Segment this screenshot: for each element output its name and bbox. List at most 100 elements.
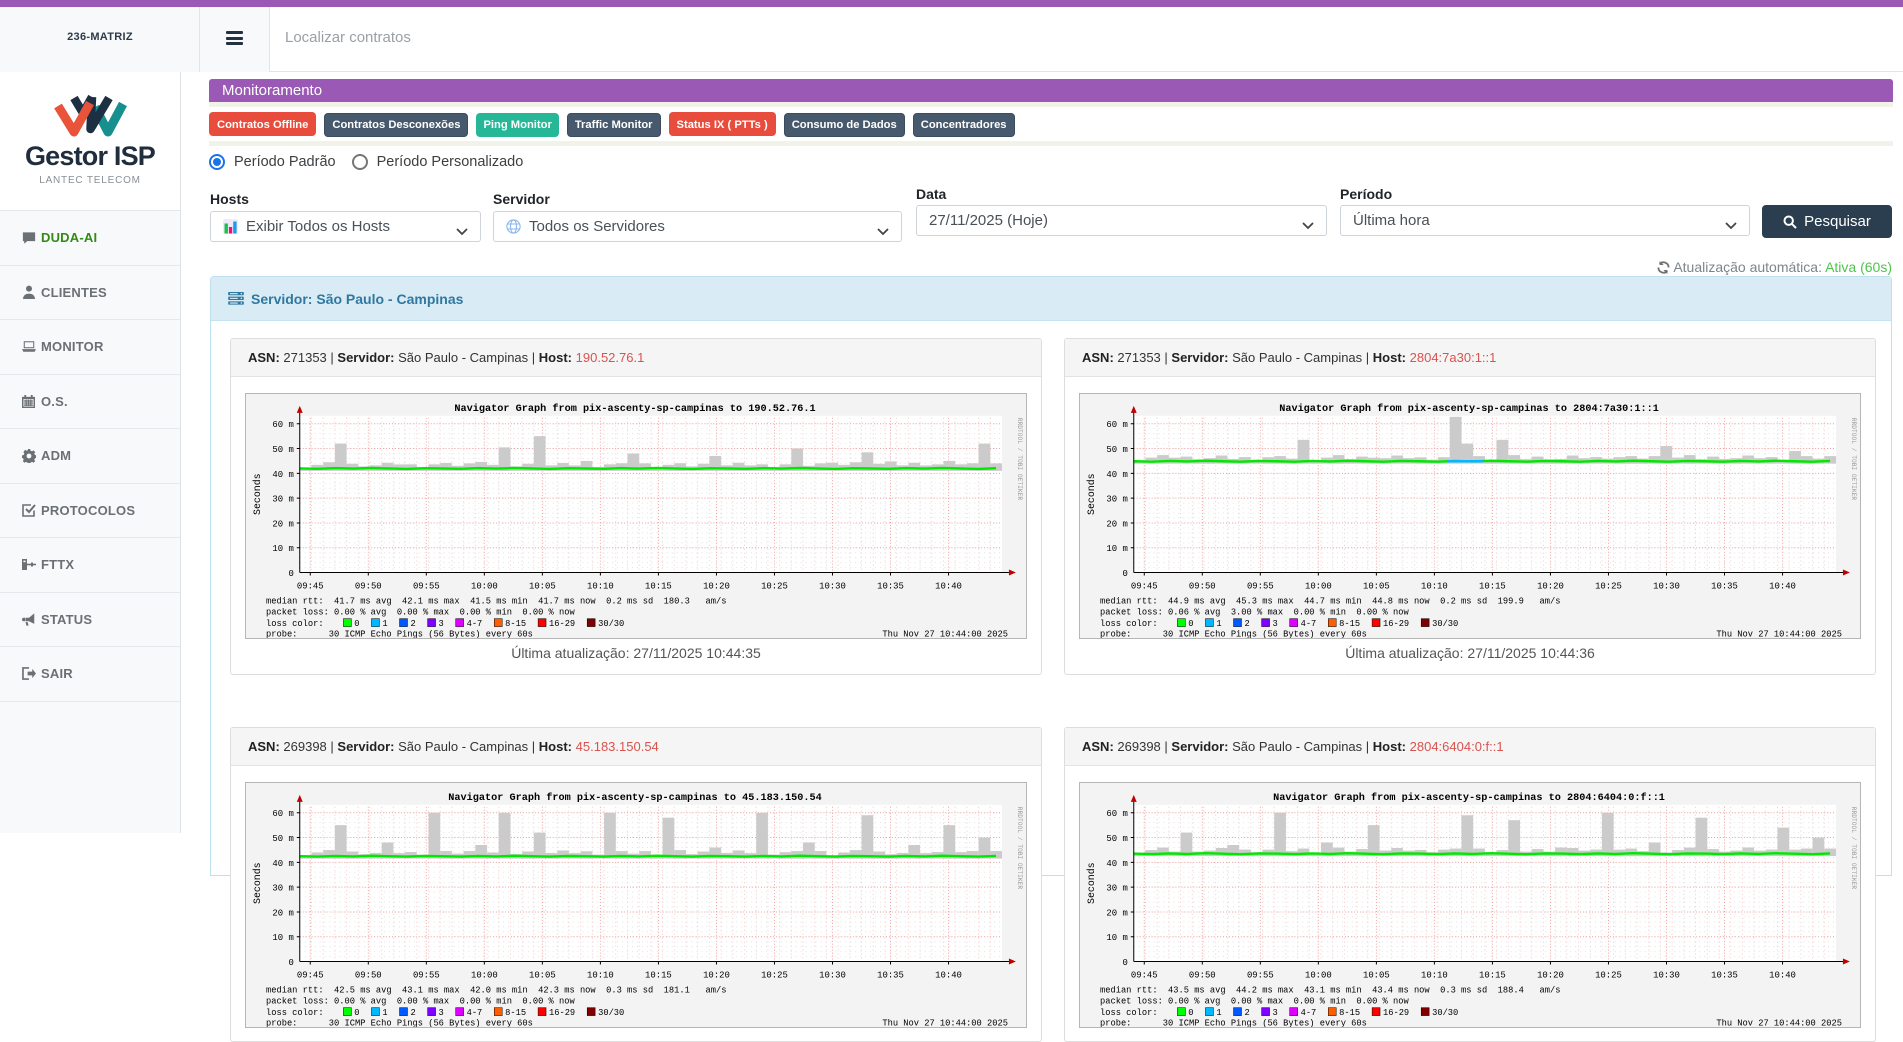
svg-text:10:05: 10:05 xyxy=(1363,581,1390,591)
svg-text:30 m: 30 m xyxy=(272,884,293,894)
svg-text:8-15: 8-15 xyxy=(1339,619,1360,629)
svg-text:10:05: 10:05 xyxy=(529,581,556,591)
svg-text:10:35: 10:35 xyxy=(877,581,904,591)
svg-text:8-15: 8-15 xyxy=(505,619,526,629)
svg-text:loss color:: loss color: xyxy=(266,619,324,629)
svg-text:1: 1 xyxy=(1216,619,1221,629)
svg-text:09:45: 09:45 xyxy=(297,970,324,980)
svg-text:10:15: 10:15 xyxy=(645,581,672,591)
svg-text:60 m: 60 m xyxy=(272,809,293,819)
svg-text:10:15: 10:15 xyxy=(1479,970,1506,980)
svg-text:09:50: 09:50 xyxy=(1189,970,1216,980)
svg-text:Navigator Graph from pix-ascen: Navigator Graph from pix-ascenty-sp-camp… xyxy=(448,792,822,804)
svg-text:20 m: 20 m xyxy=(272,908,293,918)
svg-text:10:10: 10:10 xyxy=(587,581,614,591)
svg-text:Thu Nov 27 10:44:00 2025: Thu Nov 27 10:44:00 2025 xyxy=(1716,1019,1842,1028)
svg-text:50 m: 50 m xyxy=(272,834,293,844)
svg-text:10 m: 10 m xyxy=(1106,933,1127,943)
svg-text:10:30: 10:30 xyxy=(1653,970,1680,980)
svg-text:10 m: 10 m xyxy=(1106,544,1127,554)
svg-text:packet loss: 0.00 % avg 0.00: packet loss: 0.00 % avg 0.00 % max 0.00 … xyxy=(266,997,575,1007)
svg-text:10:10: 10:10 xyxy=(1421,581,1448,591)
svg-text:4-7: 4-7 xyxy=(467,1008,483,1018)
svg-text:Thu Nov 27 10:44:00 2025: Thu Nov 27 10:44:00 2025 xyxy=(1716,630,1842,639)
svg-text:probe: 30 ICMP Echo Pings: probe: 30 ICMP Echo Pings (56 Bytes) eve… xyxy=(266,630,533,639)
svg-text:0: 0 xyxy=(1122,569,1127,579)
svg-text:10:00: 10:00 xyxy=(471,581,498,591)
svg-text:0: 0 xyxy=(354,1008,359,1018)
svg-text:16-29: 16-29 xyxy=(1383,1008,1409,1018)
svg-text:20 m: 20 m xyxy=(1106,519,1127,529)
svg-text:0: 0 xyxy=(1188,619,1193,629)
svg-text:10:20: 10:20 xyxy=(1537,581,1564,591)
svg-text:09:45: 09:45 xyxy=(297,581,324,591)
svg-text:8-15: 8-15 xyxy=(1339,1008,1360,1018)
svg-text:3: 3 xyxy=(1273,619,1278,629)
svg-text:09:45: 09:45 xyxy=(1131,581,1158,591)
svg-text:0: 0 xyxy=(354,619,359,629)
svg-text:median rtt: 41.7 ms avg 42.1: median rtt: 41.7 ms avg 42.1 ms max 41.5… xyxy=(266,596,726,606)
svg-text:09:55: 09:55 xyxy=(1247,581,1274,591)
svg-text:10:40: 10:40 xyxy=(1769,581,1796,591)
svg-text:packet loss: 0.06 % avg 3.00: packet loss: 0.06 % avg 3.00 % max 0.00 … xyxy=(1100,608,1409,618)
svg-text:packet loss: 0.00 % avg 0.00: packet loss: 0.00 % avg 0.00 % max 0.00 … xyxy=(266,608,575,618)
svg-text:10:35: 10:35 xyxy=(877,970,904,980)
svg-text:30/30: 30/30 xyxy=(598,1008,624,1018)
svg-text:0: 0 xyxy=(1122,958,1127,968)
svg-text:packet loss: 0.00 % avg 0.00: packet loss: 0.00 % avg 0.00 % max 0.00 … xyxy=(1100,997,1409,1007)
svg-text:40 m: 40 m xyxy=(1106,470,1127,480)
svg-text:1: 1 xyxy=(382,1008,387,1018)
svg-text:4-7: 4-7 xyxy=(467,619,483,629)
svg-text:10:40: 10:40 xyxy=(935,581,962,591)
svg-text:30 m: 30 m xyxy=(1106,884,1127,894)
svg-text:09:50: 09:50 xyxy=(355,970,382,980)
svg-text:loss color:: loss color: xyxy=(1100,619,1158,629)
svg-text:10:30: 10:30 xyxy=(1653,581,1680,591)
svg-text:1: 1 xyxy=(1216,1008,1221,1018)
svg-text:30 m: 30 m xyxy=(272,495,293,505)
svg-text:30/30: 30/30 xyxy=(1432,619,1458,629)
svg-text:2: 2 xyxy=(410,619,415,629)
svg-text:09:55: 09:55 xyxy=(413,970,440,980)
svg-text:Seconds: Seconds xyxy=(252,862,263,904)
svg-text:09:55: 09:55 xyxy=(1247,970,1274,980)
svg-text:median rtt: 43.5 ms avg 44.2: median rtt: 43.5 ms avg 44.2 ms max 43.1… xyxy=(1100,985,1560,995)
svg-text:10:30: 10:30 xyxy=(819,581,846,591)
svg-text:10:25: 10:25 xyxy=(1595,581,1622,591)
svg-text:Seconds: Seconds xyxy=(1086,862,1097,904)
svg-text:16-29: 16-29 xyxy=(549,1008,575,1018)
svg-text:Navigator Graph from pix-ascen: Navigator Graph from pix-ascenty-sp-camp… xyxy=(1279,403,1659,415)
svg-text:10:20: 10:20 xyxy=(703,581,730,591)
svg-text:loss color:: loss color: xyxy=(266,1008,324,1018)
svg-text:median rtt: 44.9 ms avg 45.3: median rtt: 44.9 ms avg 45.3 ms max 44.7… xyxy=(1100,596,1560,606)
svg-text:RRDTOOL / TOBI OETIKER: RRDTOOL / TOBI OETIKER xyxy=(1850,807,1857,890)
svg-text:09:55: 09:55 xyxy=(413,581,440,591)
svg-text:3: 3 xyxy=(439,619,444,629)
svg-text:4-7: 4-7 xyxy=(1301,1008,1317,1018)
svg-text:2: 2 xyxy=(1244,1008,1249,1018)
svg-text:30 m: 30 m xyxy=(1106,495,1127,505)
svg-text:Seconds: Seconds xyxy=(252,473,263,515)
svg-text:09:45: 09:45 xyxy=(1131,970,1158,980)
svg-text:10:20: 10:20 xyxy=(1537,970,1564,980)
svg-text:3: 3 xyxy=(1273,1008,1278,1018)
svg-text:20 m: 20 m xyxy=(272,519,293,529)
svg-text:16-29: 16-29 xyxy=(549,619,575,629)
svg-text:loss color:: loss color: xyxy=(1100,1008,1158,1018)
svg-text:50 m: 50 m xyxy=(272,445,293,455)
svg-text:Navigator Graph from pix-ascen: Navigator Graph from pix-ascenty-sp-camp… xyxy=(454,403,815,415)
svg-text:10:15: 10:15 xyxy=(1479,581,1506,591)
svg-text:10 m: 10 m xyxy=(272,933,293,943)
svg-text:10:35: 10:35 xyxy=(1711,970,1738,980)
svg-text:Thu Nov 27 10:44:00 2025: Thu Nov 27 10:44:00 2025 xyxy=(882,1019,1008,1028)
svg-text:40 m: 40 m xyxy=(272,470,293,480)
svg-text:10:20: 10:20 xyxy=(703,970,730,980)
svg-text:2: 2 xyxy=(1244,619,1249,629)
svg-text:10:25: 10:25 xyxy=(761,581,788,591)
svg-text:20 m: 20 m xyxy=(1106,908,1127,918)
svg-text:median rtt: 42.5 ms avg 43.1: median rtt: 42.5 ms avg 43.1 ms max 42.0… xyxy=(266,985,726,995)
svg-text:60 m: 60 m xyxy=(1106,809,1127,819)
svg-text:10:25: 10:25 xyxy=(761,970,788,980)
svg-text:10:00: 10:00 xyxy=(1305,581,1332,591)
svg-text:probe: 30 ICMP Echo Pings: probe: 30 ICMP Echo Pings (56 Bytes) eve… xyxy=(1100,1019,1367,1028)
